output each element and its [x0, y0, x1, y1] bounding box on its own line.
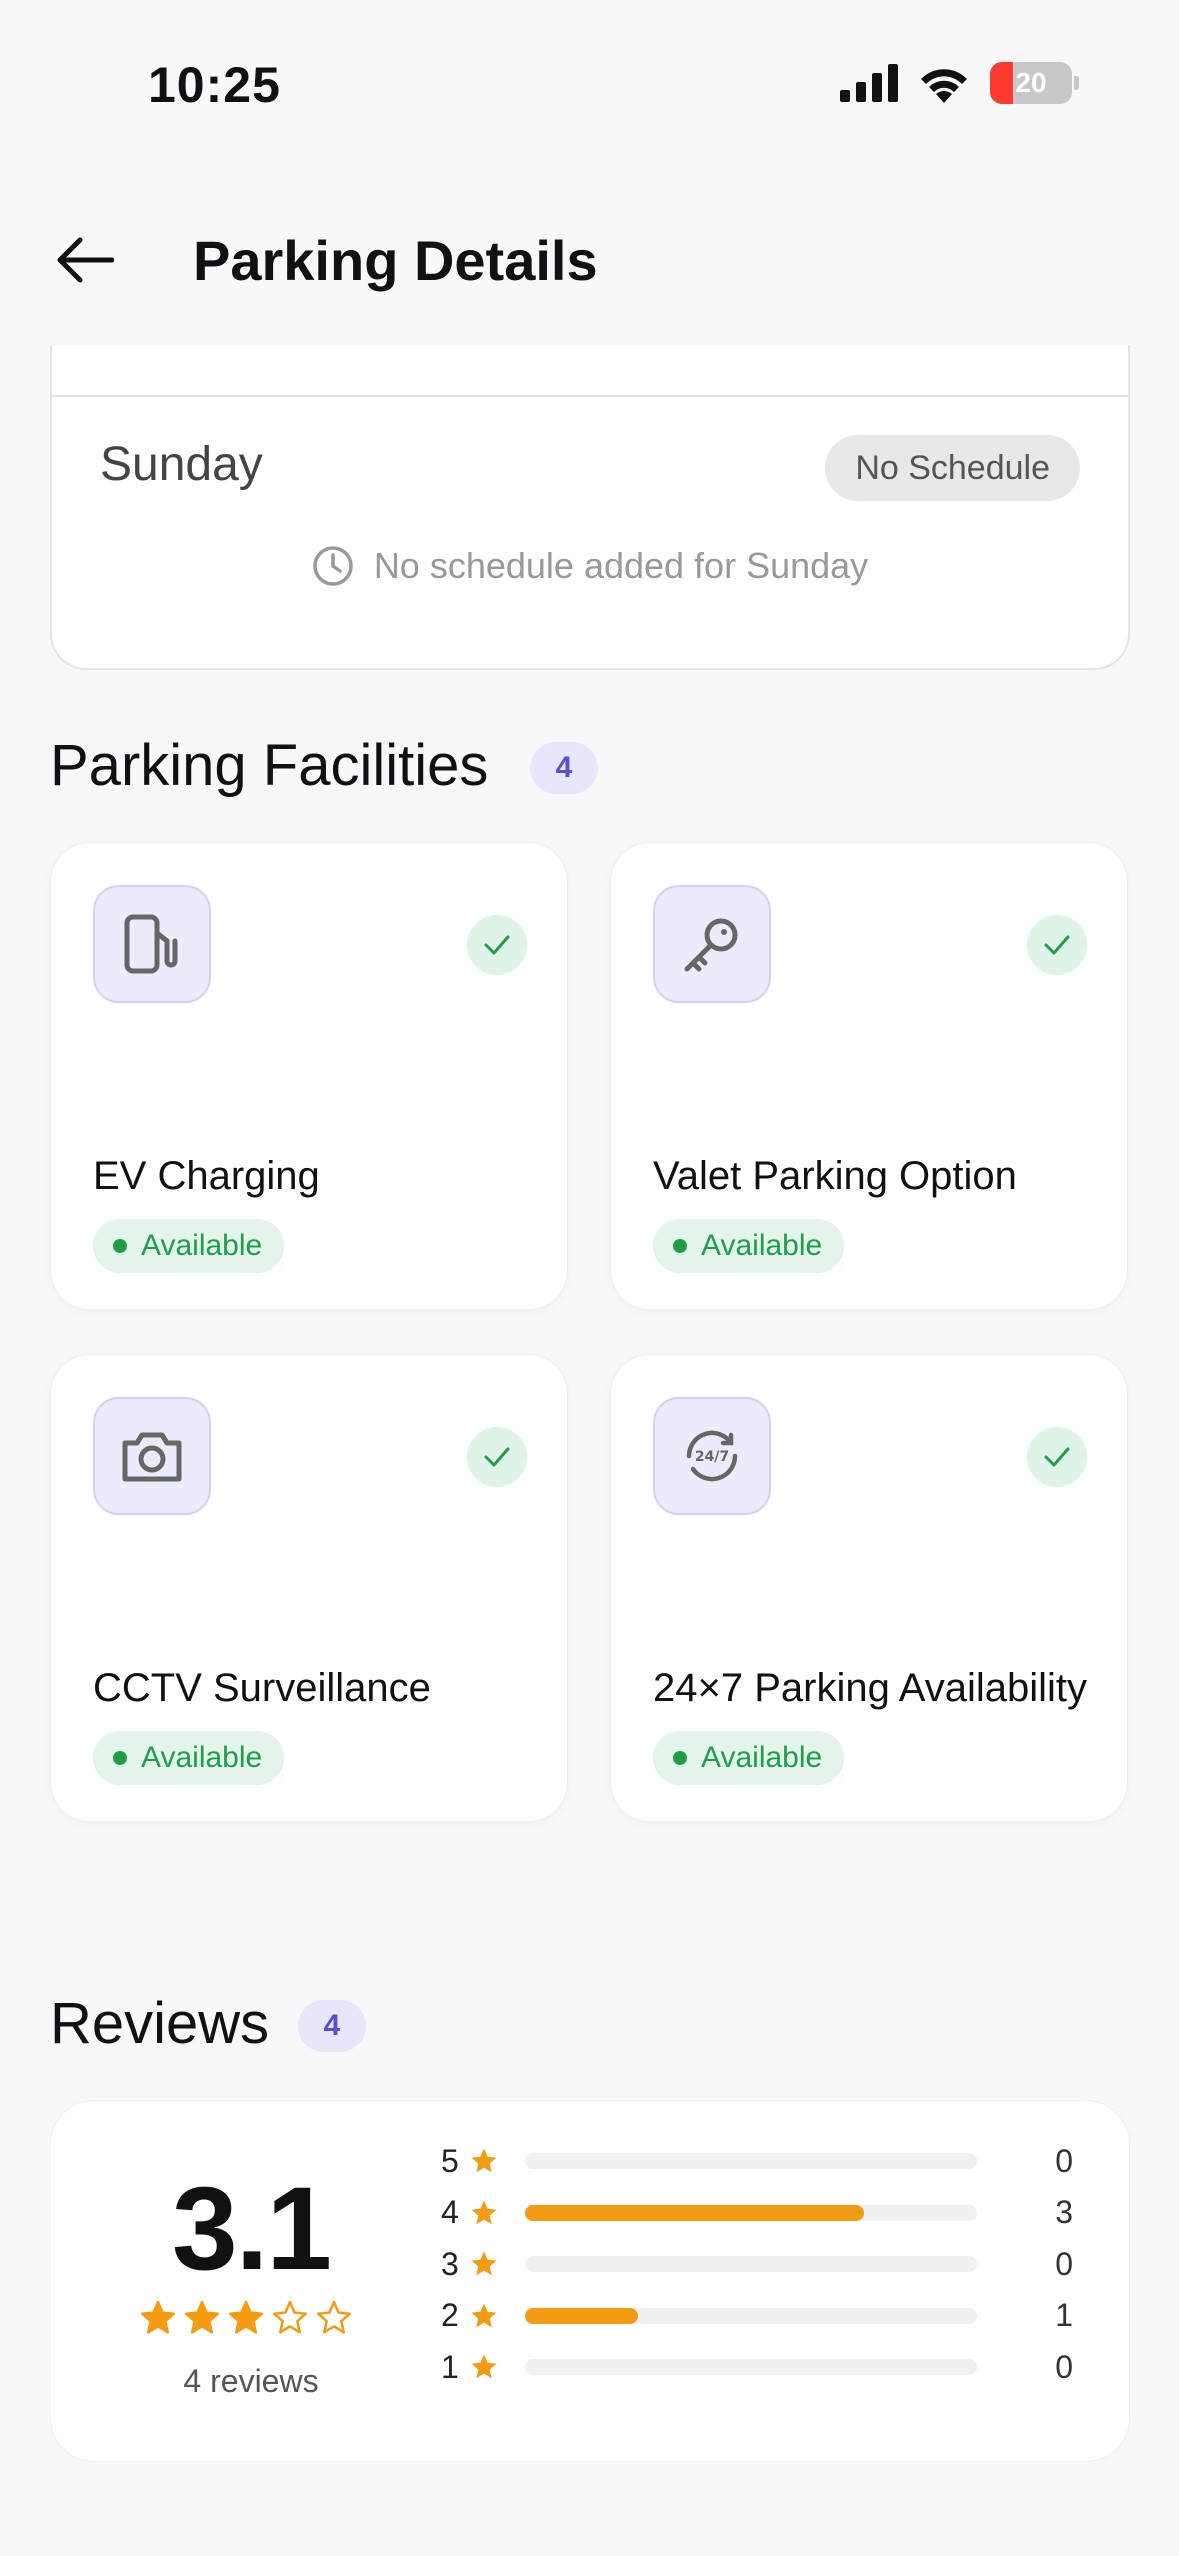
rating-star-label: 1 — [441, 2348, 459, 2385]
arrow-left-icon — [57, 237, 114, 283]
rating-count: 3 — [1055, 2194, 1073, 2230]
clock-icon — [313, 546, 353, 586]
rating-count: 0 — [1055, 2348, 1073, 2385]
rating-bar-track — [525, 2204, 977, 2221]
rating-bar-track — [525, 2153, 977, 2169]
facility-icon-box — [93, 885, 211, 1003]
star-outline-icon — [316, 2300, 352, 2334]
wifi-icon — [921, 69, 967, 103]
facilities-count-badge: 4 — [530, 742, 598, 794]
star-icon — [469, 2198, 513, 2228]
facility-icon-box — [93, 1397, 211, 1515]
header: Parking Details — [0, 200, 1179, 320]
facilities-title: Parking Facilities — [50, 733, 489, 798]
status-time: 10:25 — [148, 57, 281, 113]
facility-name: CCTV Surveillance — [93, 1666, 431, 1710]
total-reviews: 4 reviews — [183, 2363, 319, 2399]
rating-bar-track — [525, 2307, 977, 2324]
facility-name: Valet Parking Option — [653, 1154, 1017, 1198]
facility-status: Available — [141, 1229, 263, 1262]
status-icons: 20 — [840, 62, 1079, 104]
average-stars — [139, 2299, 353, 2337]
rating-row: 10 — [441, 2345, 1131, 2389]
facility-status-badge: Available — [93, 1731, 285, 1785]
check-icon — [467, 1427, 527, 1487]
star-icon — [469, 2301, 513, 2331]
facility-card-ev-charging[interactable]: EV Charging Available — [50, 842, 568, 1310]
facility-status: Available — [141, 1741, 263, 1774]
no-schedule-badge: No Schedule — [825, 435, 1080, 501]
divider — [52, 395, 1128, 397]
reviews-count-badge: 4 — [298, 2000, 366, 2052]
reviews-title: Reviews — [50, 1991, 270, 2056]
facility-icon-box: 24/7 — [653, 1397, 771, 1515]
facility-status-badge: Available — [653, 1731, 845, 1785]
rating-bar-fill — [525, 2307, 638, 2324]
rating-row: 30 — [441, 2242, 1131, 2286]
check-icon — [467, 915, 527, 975]
rating-row: 43 — [441, 2191, 1131, 2235]
average-rating: 3.1 — [171, 2163, 332, 2295]
facility-card-24x7[interactable]: 24/7 24×7 Parking Availability Available — [610, 1354, 1128, 1822]
rating-star-label: 5 — [441, 2142, 459, 2179]
rating-bar-track — [525, 2256, 977, 2272]
reviews-summary-card: 3.1 4 reviews 5043302110 — [50, 2100, 1130, 2462]
clock-24-7-icon: 24/7 — [686, 1430, 738, 1482]
rating-count: 0 — [1055, 2245, 1073, 2282]
star-icon — [469, 2146, 513, 2176]
facility-name: 24×7 Parking Availability — [653, 1666, 1087, 1710]
rating-count: 1 — [1055, 2297, 1073, 2333]
rating-count: 0 — [1055, 2142, 1073, 2179]
key-icon — [684, 918, 738, 972]
star-icon — [469, 2249, 513, 2279]
schedule-day: Sunday — [100, 438, 263, 491]
rating-star-label: 2 — [441, 2297, 459, 2333]
facility-card-valet-parking[interactable]: Valet Parking Option Available — [610, 842, 1128, 1310]
star-outline-icon — [272, 2300, 308, 2334]
check-icon — [1027, 1427, 1087, 1487]
star-icon — [469, 2352, 513, 2382]
rating-star-label: 3 — [441, 2245, 459, 2282]
facility-icon-box — [653, 885, 771, 1003]
check-icon — [1027, 915, 1087, 975]
battery-level: 20 — [1015, 67, 1047, 98]
facility-status-badge: Available — [93, 1219, 285, 1273]
star-filled-icon — [228, 2300, 264, 2334]
battery-icon: 20 — [990, 62, 1072, 104]
rating-row: 21 — [441, 2294, 1131, 2338]
schedule-empty-state: No schedule added for Sunday — [52, 545, 1128, 587]
schedule-empty-message: No schedule added for Sunday — [373, 545, 869, 586]
facility-status-badge: Available — [653, 1219, 845, 1273]
star-filled-icon — [184, 2300, 220, 2334]
facility-name: EV Charging — [93, 1154, 320, 1198]
schedule-card: Sunday No Schedule No schedule added for… — [50, 345, 1130, 670]
facility-status: Available — [701, 1229, 823, 1262]
star-filled-icon — [140, 2300, 176, 2334]
page-title: Parking Details — [193, 229, 598, 292]
rating-row: 50 — [441, 2139, 1131, 2183]
cellular-signal-icon — [840, 64, 898, 102]
back-button[interactable] — [48, 230, 120, 290]
svg-text:24/7: 24/7 — [695, 1449, 729, 1465]
status-bar: 10:25 20 — [0, 0, 1179, 150]
camera-icon — [122, 1432, 182, 1482]
rating-star-label: 4 — [441, 2194, 459, 2230]
rating-bar-track — [525, 2359, 977, 2375]
rating-bar-fill — [525, 2204, 864, 2221]
facility-card-cctv[interactable]: CCTV Surveillance Available — [50, 1354, 568, 1822]
facility-status: Available — [701, 1741, 823, 1774]
ev-charger-icon — [124, 914, 178, 974]
